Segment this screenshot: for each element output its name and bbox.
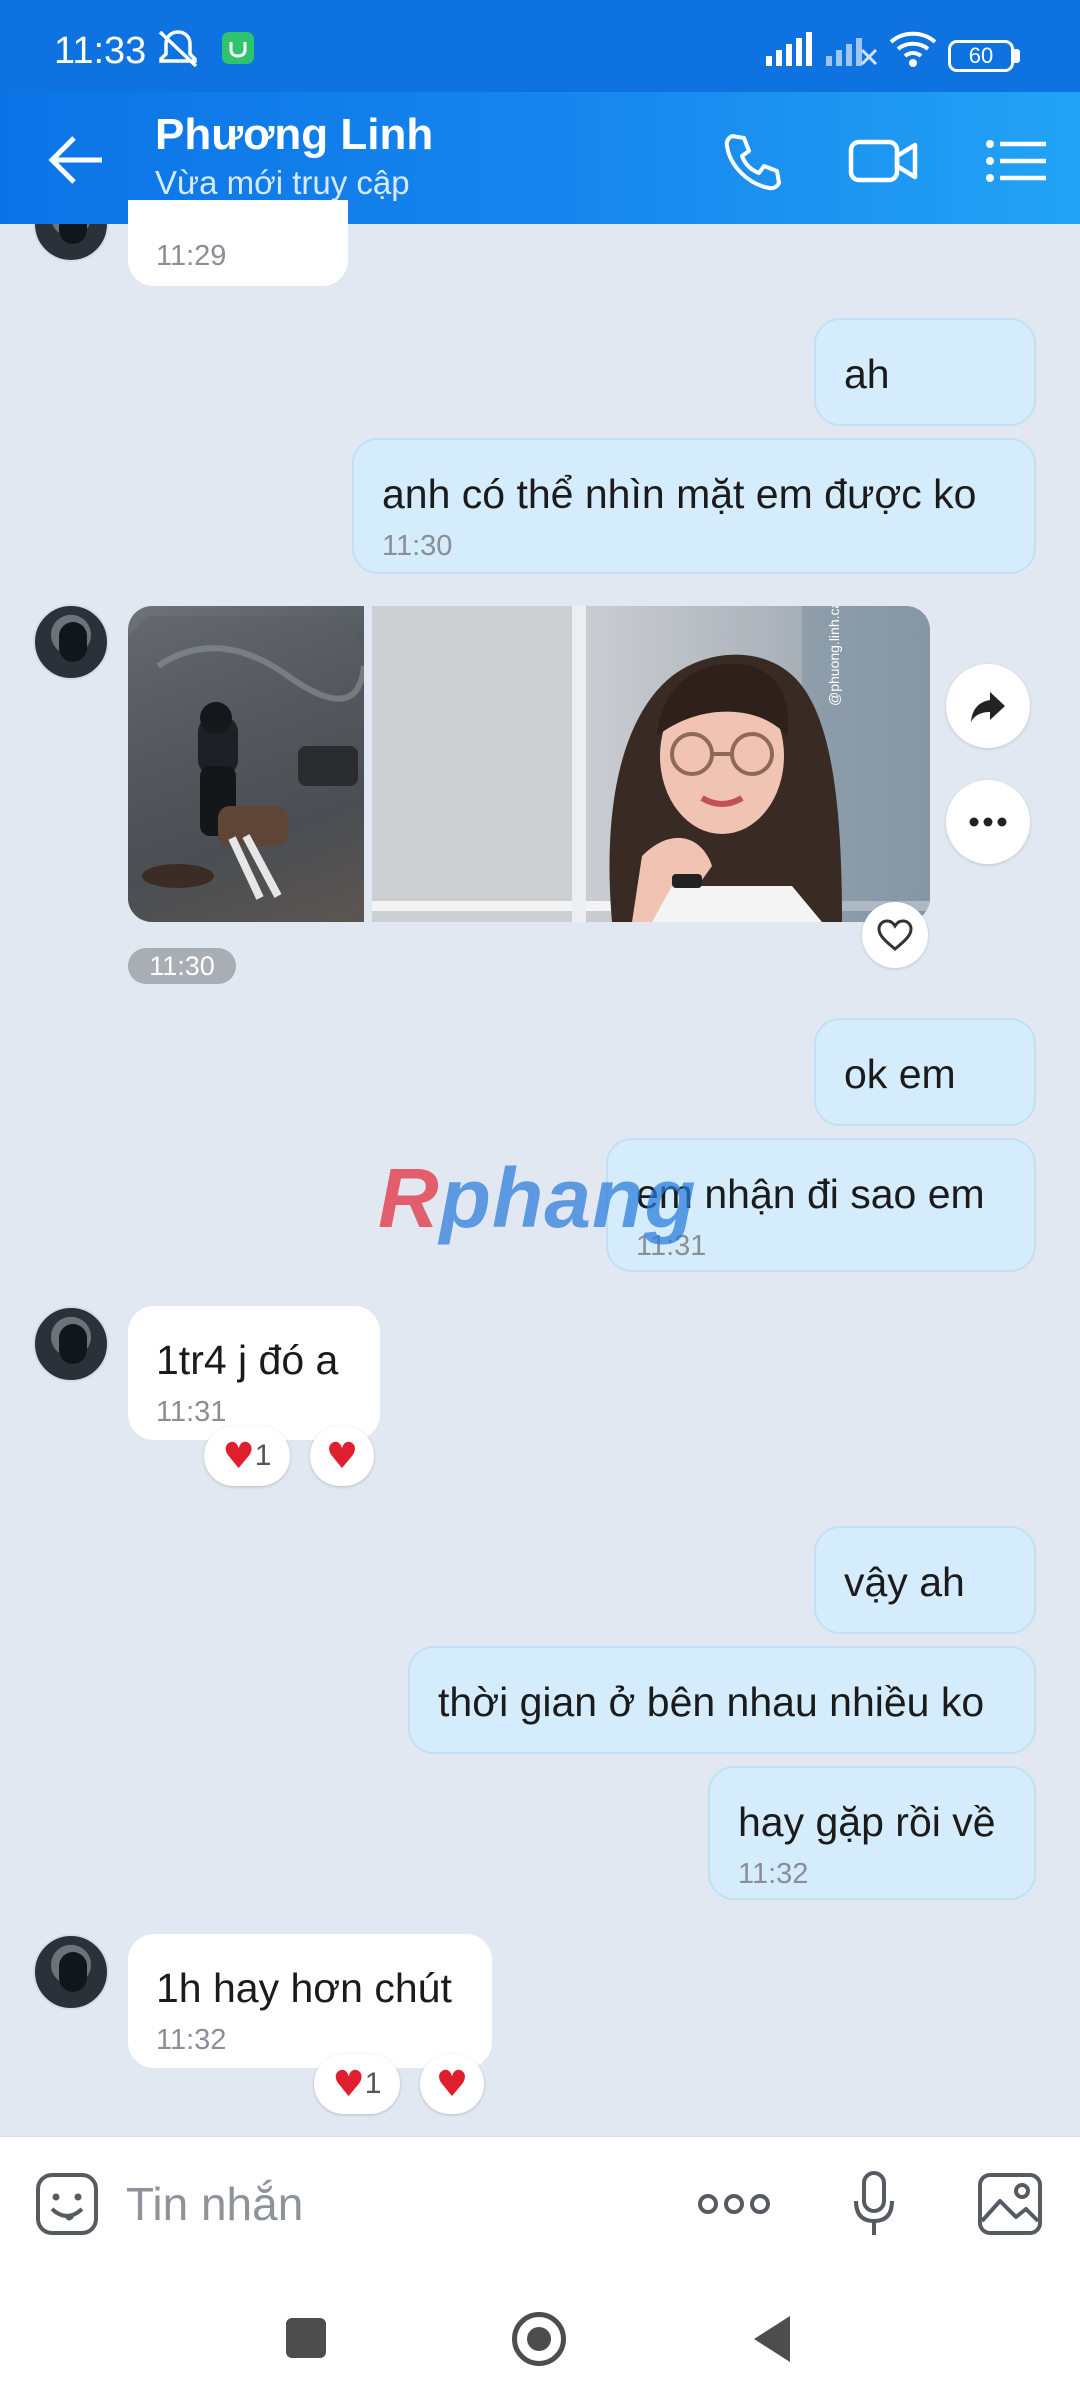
message-composer: Tin nhắn <box>0 2136 1080 2272</box>
app-notification-icon <box>222 32 254 64</box>
message-time: 11:29 <box>156 240 227 272</box>
react-heart-button[interactable] <box>862 902 928 968</box>
reaction-summary[interactable]: ♥ 1 <box>204 1426 290 1486</box>
heart-icon: ♥ <box>325 1435 359 1477</box>
message-input[interactable]: Tin nhắn <box>126 2177 303 2231</box>
video-call-icon[interactable] <box>846 126 922 196</box>
react-heart-button[interactable]: ♥ <box>310 1426 374 1486</box>
message-time: 11:30 <box>382 530 453 562</box>
message-text: 1tr4 j đó a <box>156 1337 339 1383</box>
more-icon <box>969 817 1007 827</box>
system-nav-bar <box>0 2272 1080 2400</box>
watermark-letter: R <box>378 1151 440 1245</box>
message-time: 11:31 <box>156 1396 227 1428</box>
heart-outline-icon <box>877 919 913 951</box>
heart-icon: ♥ <box>332 2063 365 2105</box>
photo-thumbnail-2[interactable]: @phuong.linh.cao6 <box>372 606 930 922</box>
reaction-summary[interactable]: ♥ 1 <box>314 2054 400 2114</box>
back-arrow-icon[interactable] <box>44 128 108 192</box>
forward-icon <box>971 692 1005 722</box>
message-time: 11:32 <box>156 2024 227 2056</box>
message-bubble-outgoing[interactable]: ah <box>814 318 1036 426</box>
message-text: hay gặp rồi về <box>738 1799 996 1845</box>
message-text: ok em <box>844 1051 956 1097</box>
message-text: 1h hay hơn chút <box>156 1965 452 2011</box>
microphone-icon[interactable] <box>850 2169 898 2239</box>
battery-tip <box>1014 49 1020 63</box>
forward-button[interactable] <box>946 664 1030 748</box>
message-text: vậy ah <box>844 1559 965 1605</box>
heart-icon: ♥ <box>222 1435 255 1477</box>
message-text: thời gian ở bên nhau nhiều ko <box>438 1679 985 1725</box>
reaction-count: 1 <box>364 2067 382 2100</box>
react-heart-button[interactable]: ♥ <box>420 2054 484 2114</box>
sticker-icon[interactable] <box>34 2171 100 2237</box>
battery-level: 60 <box>968 43 994 68</box>
reaction-count: 1 <box>254 1439 272 1472</box>
message-bubble-incoming[interactable]: 1h hay hơn chút 11:32 <box>128 1934 492 2068</box>
image-icon[interactable] <box>976 2171 1044 2237</box>
contact-avatar[interactable] <box>33 1306 109 1382</box>
photo-thumbnail-1[interactable] <box>128 606 364 922</box>
photo-2-scene <box>372 606 930 922</box>
battery-icon: 60 <box>948 40 1014 72</box>
home-button-dot <box>527 2327 551 2351</box>
message-bubble-outgoing[interactable]: hay gặp rồi về 11:32 <box>708 1766 1036 1900</box>
heart-icon: ♥ <box>435 2063 469 2105</box>
home-button[interactable] <box>512 2312 566 2366</box>
message-text: anh có thể nhìn mặt em được ko <box>382 471 977 517</box>
photo-time-pill: 11:30 <box>128 948 236 984</box>
message-bubble-incoming[interactable]: 1tr4 j đó a 11:31 <box>128 1306 380 1440</box>
photo-1-scene <box>128 616 364 922</box>
signal-2-icon <box>826 38 878 66</box>
more-options-button[interactable] <box>946 780 1030 864</box>
message-time: 11:32 <box>738 1858 809 1890</box>
watermark-word: phang <box>439 1151 697 1245</box>
message-bubble-outgoing[interactable]: ok em <box>814 1018 1036 1126</box>
message-bubble-outgoing[interactable]: anh có thể nhìn mặt em được ko 11:30 <box>352 438 1036 574</box>
contact-status: Vừa mới truy cập <box>155 164 410 201</box>
back-nav-icon[interactable] <box>752 2314 792 2364</box>
menu-list-icon[interactable] <box>982 126 1052 196</box>
message-bubble-outgoing[interactable]: vậy ah <box>814 1526 1036 1634</box>
signal-icon <box>766 32 812 66</box>
status-bar: 11:33 60 <box>0 0 1080 92</box>
contact-avatar[interactable] <box>33 1934 109 2010</box>
photo-watermark-text: @phuong.linh.cao6 <box>826 606 842 706</box>
status-time: 11:33 <box>54 30 147 72</box>
contact-avatar[interactable] <box>33 604 109 680</box>
wifi-icon <box>889 31 937 67</box>
mute-bell-icon <box>158 30 198 68</box>
watermark-logo: Rphang <box>378 1150 697 1247</box>
message-bubble-outgoing[interactable]: thời gian ở bên nhau nhiều ko <box>408 1646 1036 1754</box>
phone-icon[interactable] <box>718 126 788 196</box>
contact-name[interactable]: Phương Linh <box>155 110 433 160</box>
message-text: ah <box>844 351 890 397</box>
recent-apps-button[interactable] <box>286 2318 326 2358</box>
more-dots-icon[interactable] <box>696 2189 772 2219</box>
message-bubble-incoming[interactable]: 11:29 <box>128 200 348 286</box>
